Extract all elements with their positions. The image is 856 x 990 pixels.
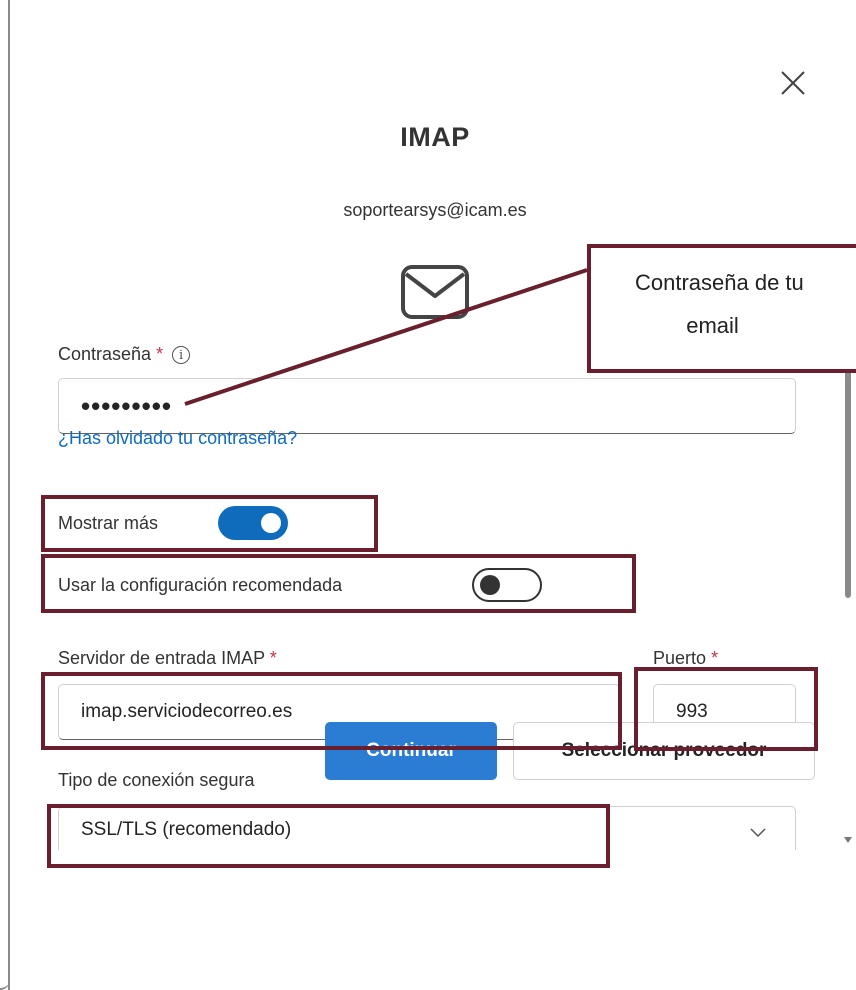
connection-type-label: Tipo de conexión segura [58,770,255,790]
close-icon[interactable] [776,66,810,100]
recommended-config-label: Usar la configuración recomendada [58,575,343,595]
mail-icon [401,265,469,319]
scrollbar[interactable] [839,340,856,850]
recommended-config-toggle[interactable] [472,568,542,602]
scroll-down-arrow-icon[interactable] [843,836,853,844]
required-mark: * [269,648,277,668]
scrollbar-thumb[interactable] [845,368,851,598]
show-more-label: Mostrar más [58,513,159,533]
continue-button[interactable]: Continuar [325,722,497,780]
callout-line-2: email [686,313,739,338]
info-icon[interactable]: i [172,346,191,365]
required-mark: * [711,648,719,668]
password-field[interactable]: ••••••••• [58,378,796,434]
imap-server-value: imap.serviciodecorreo.es [81,701,293,722]
chevron-down-icon [750,828,766,838]
password-value: ••••••••• [81,391,172,421]
account-email: soportearsys@icam.es [343,200,527,220]
port-label: Puerto * [653,648,719,668]
select-provider-button[interactable]: Seleccionar proveedor [513,722,815,780]
dialog-title: IMAP [400,122,470,152]
connection-type-select[interactable]: SSL/TLS (recomendado) [58,806,796,850]
imap-server-label: Servidor de entrada IMAP * [58,648,277,668]
annotation-callout: Contraseña de tu email [587,244,856,373]
connection-type-value: SSL/TLS (recomendado) [81,819,292,840]
port-value: 993 [676,701,708,722]
password-label: Contraseña * i [58,344,191,365]
show-more-toggle[interactable] [218,506,288,540]
forgot-password-link[interactable]: ¿Has olvidado tu contraseña? [58,428,297,449]
callout-line-1: Contraseña de tu [635,270,804,295]
required-mark: * [156,344,164,364]
